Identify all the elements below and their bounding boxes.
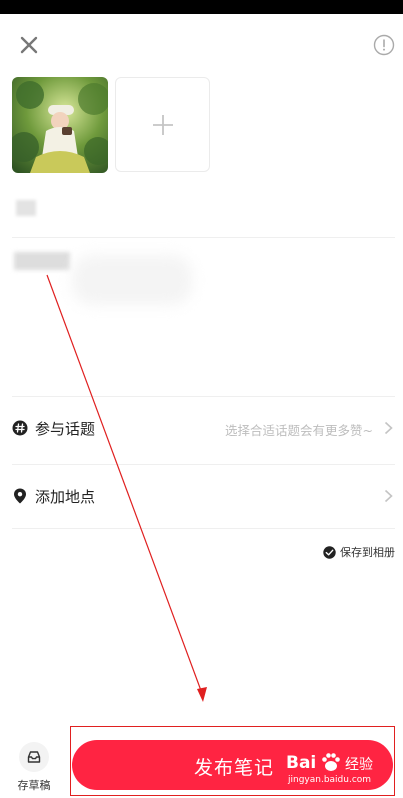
save-draft-button[interactable]: 存草稿 bbox=[14, 742, 54, 792]
divider bbox=[12, 528, 395, 529]
watermark-brand: Bai bbox=[286, 753, 317, 773]
add-media-button[interactable] bbox=[115, 77, 210, 172]
publish-note-label: 发布笔记 bbox=[194, 757, 275, 779]
draft-icon-circle bbox=[19, 742, 49, 772]
body-blurred-text-glow bbox=[72, 255, 192, 305]
save-draft-label: 存草稿 bbox=[17, 779, 51, 792]
location-row[interactable]: 添加地点 bbox=[12, 468, 395, 524]
title-blurred-text bbox=[16, 200, 36, 216]
watermark-brand-cn: 经验 bbox=[345, 757, 373, 773]
watermark-url: jingyan.baidu.com bbox=[288, 775, 372, 785]
save-to-album-label: 保存到相册 bbox=[340, 546, 395, 559]
baidu-paw-icon bbox=[322, 753, 340, 771]
plus-icon bbox=[153, 115, 173, 135]
title-input[interactable] bbox=[12, 190, 395, 230]
hashtag-icon bbox=[12, 420, 28, 436]
photo-image bbox=[12, 77, 108, 173]
draft-box-icon bbox=[27, 751, 41, 763]
chevron-right-icon bbox=[384, 489, 393, 503]
topic-hint: 选择合适话题会有更多赞~ bbox=[225, 423, 373, 438]
close-button[interactable] bbox=[16, 34, 42, 56]
save-to-album-toggle[interactable]: 保存到相册 bbox=[323, 543, 395, 561]
photo-thumbnail[interactable] bbox=[12, 77, 108, 173]
topic-label: 参与话题 bbox=[35, 420, 96, 438]
divider bbox=[12, 464, 395, 465]
divider bbox=[12, 237, 395, 238]
baidu-jingyan-watermark: Bai 经验 jingyan.baidu.com bbox=[286, 753, 392, 789]
chevron-right-icon bbox=[384, 421, 393, 435]
location-label: 添加地点 bbox=[35, 488, 96, 506]
status-bar bbox=[0, 0, 403, 14]
checkmark-circle-icon bbox=[323, 545, 336, 559]
info-icon bbox=[373, 34, 395, 56]
topic-row[interactable]: 参与话题 选择合适话题会有更多赞~ bbox=[12, 400, 395, 456]
location-pin-icon bbox=[14, 488, 26, 504]
divider bbox=[12, 396, 395, 397]
info-button[interactable] bbox=[373, 34, 395, 56]
close-icon bbox=[20, 36, 38, 54]
body-input[interactable] bbox=[12, 245, 395, 385]
body-blurred-text bbox=[14, 252, 70, 270]
